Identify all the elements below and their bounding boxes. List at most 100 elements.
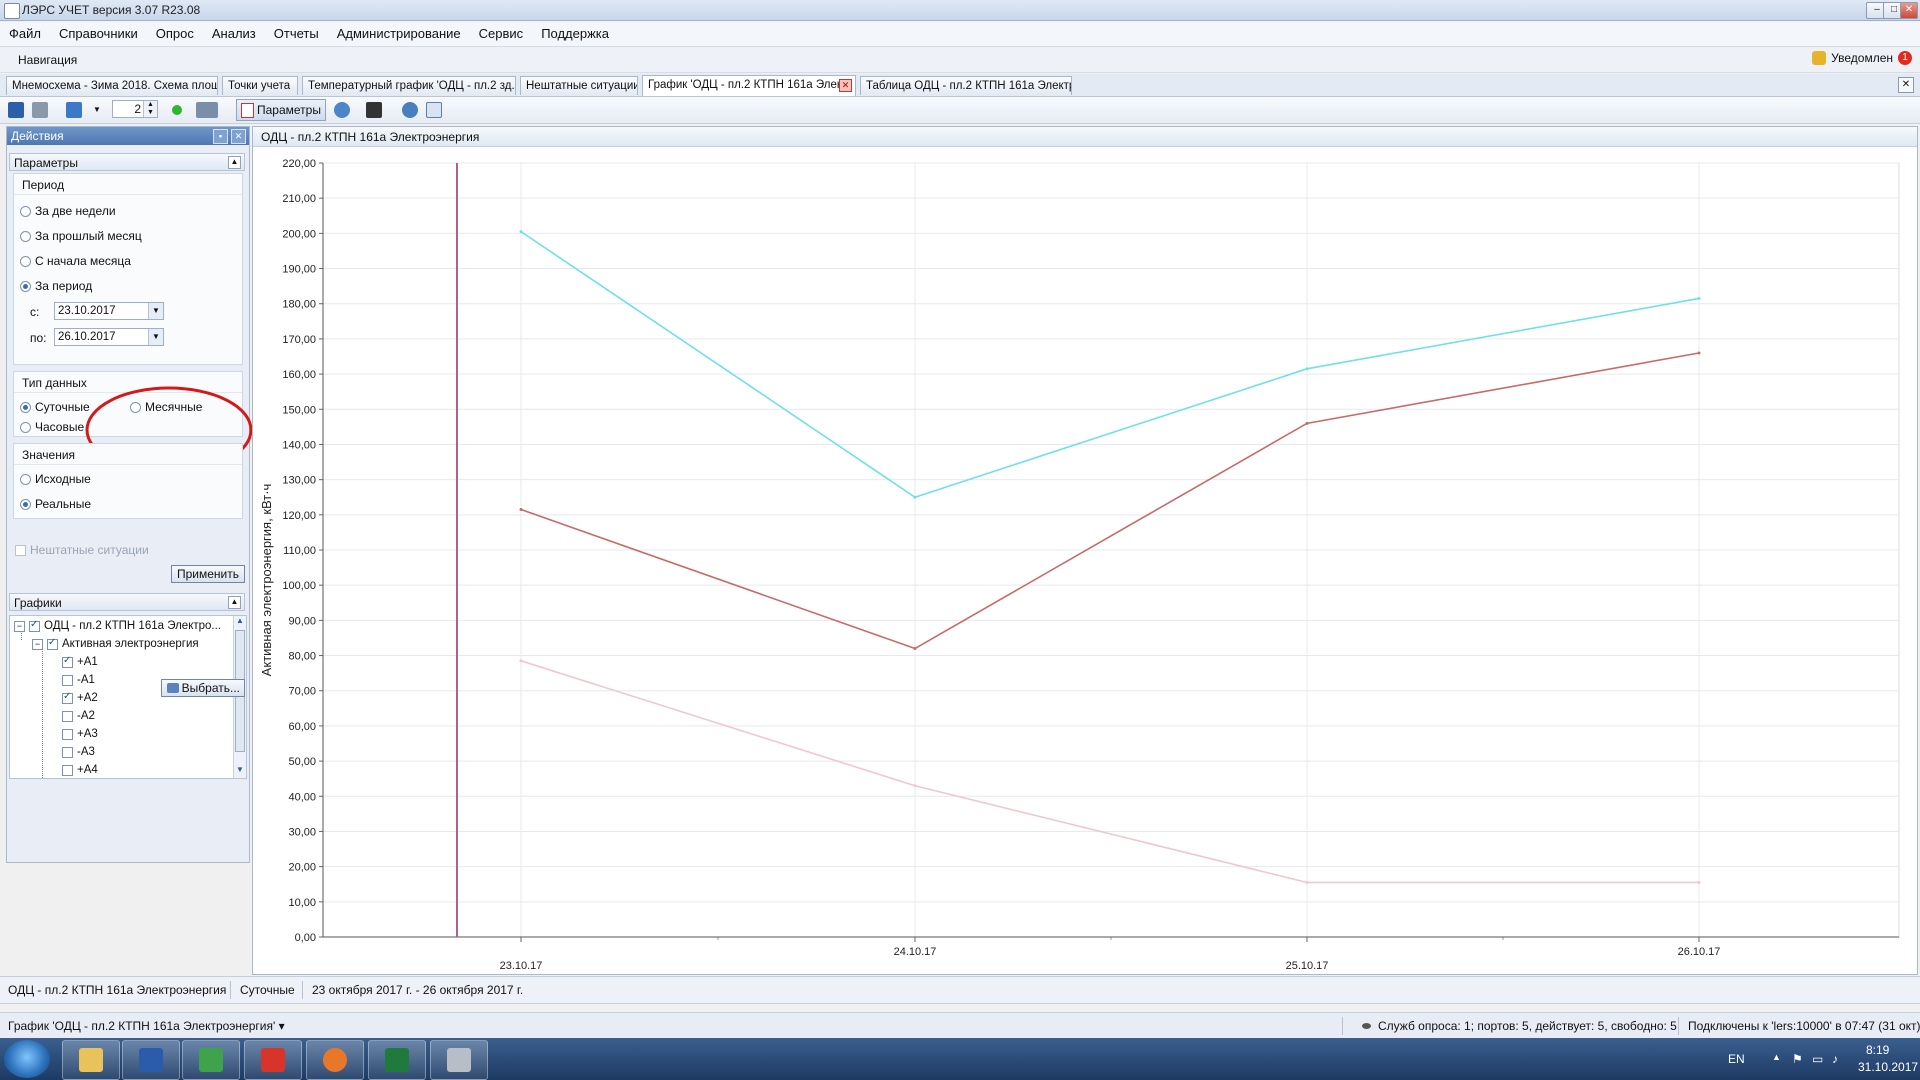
apply-button[interactable]: Применить <box>171 565 245 583</box>
notifications-button[interactable]: Уведомлен 1 <box>1812 51 1912 65</box>
close-tab-icon[interactable]: ✕ <box>1898 77 1914 93</box>
tree-item[interactable]: +A4 <box>62 764 98 776</box>
datatype-daily[interactable]: Суточные <box>20 400 90 414</box>
save-icon[interactable] <box>8 102 24 118</box>
calendar-dropdown-icon[interactable]: ▼ <box>148 329 163 345</box>
status-active-document[interactable]: График 'ОДЦ - пл.2 КТПН 161а Электроэнер… <box>8 1019 285 1033</box>
parameters-section-header[interactable]: Параметры ▲ <box>9 153 245 171</box>
values-real[interactable]: Реальные <box>20 497 91 511</box>
language-indicator[interactable]: EN <box>1728 1052 1745 1066</box>
tree-item[interactable]: +A3 <box>62 728 98 740</box>
line-width-stepper[interactable]: 2 ▲ ▼ <box>112 100 158 118</box>
checkbox-checked-icon[interactable] <box>62 655 73 668</box>
period-month-start[interactable]: С начала месяца <box>20 254 131 268</box>
taskbar-spreadsheet[interactable] <box>182 1040 240 1080</box>
chevron-down-icon[interactable]: ▼ <box>92 102 102 118</box>
taskbar-printer[interactable] <box>430 1040 488 1080</box>
radio-selected-icon <box>20 401 31 413</box>
menu-analysis[interactable]: Анализ <box>203 22 265 46</box>
tree-group-node[interactable]: − Активная электроэнергия <box>32 637 199 650</box>
checkbox-icon[interactable] <box>62 728 73 740</box>
menu-directories[interactable]: Справочники <box>50 22 147 46</box>
info-datatype: Суточные <box>240 983 295 997</box>
taskbar-explorer[interactable] <box>62 1040 120 1080</box>
export-icon[interactable] <box>366 102 382 118</box>
tree-root-node[interactable]: − ОДЦ - пл.2 КТПН 161а Электро... <box>14 619 221 632</box>
checkbox-checked-icon[interactable] <box>29 619 40 632</box>
checkbox-icon[interactable] <box>62 746 73 758</box>
datatype-hourly[interactable]: Часовые <box>20 420 84 434</box>
close-button[interactable]: ✕ <box>1900 2 1918 19</box>
tab-temperature-graph[interactable]: Температурный график 'ОДЦ - пл.2 зд. <box>302 76 516 95</box>
status-dot-icon[interactable] <box>172 105 182 115</box>
tray-chevron-icon[interactable]: ▲ <box>1772 1052 1781 1062</box>
expand-minus-icon[interactable]: − <box>32 638 43 650</box>
panel-close-icon[interactable]: ✕ <box>231 129 246 144</box>
data-point <box>913 784 917 788</box>
taskbar-word[interactable] <box>122 1040 180 1080</box>
table-icon[interactable] <box>426 102 442 118</box>
checkbox-checked-icon[interactable] <box>62 691 73 704</box>
tree-item[interactable]: +A2 <box>62 691 98 704</box>
clock-time[interactable]: 8:19 <box>1866 1043 1889 1057</box>
collapse-icon[interactable]: ▲ <box>228 156 241 169</box>
menu-reports[interactable]: Отчеты <box>265 22 328 46</box>
checkbox-icon[interactable] <box>62 710 73 722</box>
graphs-section-header[interactable]: Графики ▲ <box>9 593 245 611</box>
network-icon[interactable]: ▭ <box>1812 1052 1823 1066</box>
actions-title: Действия <box>11 129 64 143</box>
sync-icon[interactable] <box>402 102 418 118</box>
tree-item[interactable]: -A1 <box>62 674 95 686</box>
flag-tray-icon[interactable]: ⚑ <box>1792 1052 1803 1066</box>
menu-administration[interactable]: Администрирование <box>328 22 470 46</box>
period-last-month[interactable]: За прошлый месяц <box>20 229 142 243</box>
clock-date[interactable]: 31.10.2017 <box>1858 1060 1918 1074</box>
choose-button[interactable]: Выбрать... <box>161 679 245 697</box>
tree-item[interactable]: -A3 <box>62 746 95 758</box>
incidents-checkbox[interactable]: Нештатные ситуации <box>15 543 149 557</box>
flag-icon[interactable] <box>66 102 82 118</box>
values-original[interactable]: Исходные <box>20 472 91 486</box>
pin-icon[interactable]: ▪ <box>213 129 228 144</box>
tree-item[interactable]: -A2 <box>62 710 95 722</box>
menu-poll[interactable]: Опрос <box>147 22 203 46</box>
tab-close-icon[interactable]: ✕ <box>839 79 852 92</box>
checkbox-icon[interactable] <box>62 764 73 776</box>
tree-item[interactable]: +A1 <box>62 655 98 668</box>
period-group: Период За две недели За прошлый месяц С … <box>13 173 243 365</box>
taskbar-excel[interactable] <box>368 1040 426 1080</box>
tab-metering-points[interactable]: Точки учета <box>222 76 298 95</box>
refresh-icon[interactable] <box>334 102 350 118</box>
navigation-link[interactable]: Навигация <box>18 53 77 67</box>
start-button[interactable] <box>4 1040 50 1078</box>
checkbox-icon[interactable] <box>62 674 73 686</box>
period-two-weeks[interactable]: За две недели <box>20 204 116 218</box>
taskbar-firefox[interactable] <box>306 1040 364 1080</box>
period-title: Период <box>22 178 65 192</box>
x-tick-label: 23.10.17 <box>500 960 543 971</box>
chart-type-icon[interactable] <box>196 102 218 118</box>
taskbar-lers-app[interactable] <box>244 1040 302 1080</box>
date-from-field[interactable]: 23.10.2017 ▼ <box>54 302 164 320</box>
parameters-button[interactable]: Параметры <box>236 99 326 121</box>
services-icon <box>1362 1023 1371 1029</box>
period-custom[interactable]: За период <box>20 279 92 293</box>
line-chart[interactable]: 0,00 10,00 20,00 30,00 40,00 50,00 60,00 70,00 8… <box>253 149 1915 971</box>
collapse-icon[interactable]: ▲ <box>228 596 241 609</box>
print-icon[interactable] <box>32 102 48 118</box>
tab-incidents[interactable]: Нештатные ситуации <box>520 76 638 95</box>
tab-table[interactable]: Таблица ОДЦ - пл.2 КТПН 161а Электр <box>860 76 1072 95</box>
date-to-field[interactable]: 26.10.2017 ▼ <box>54 328 164 346</box>
tab-mnemonic-scheme[interactable]: Мнемосхема - Зима 2018. Схема площад <box>6 76 218 95</box>
tab-graph-active[interactable]: График 'ОДЦ - пл.2 КТПН 161а Элек ✕ <box>642 75 856 96</box>
checkbox-checked-icon[interactable] <box>47 637 58 650</box>
volume-icon[interactable]: ♪ <box>1832 1052 1838 1066</box>
calendar-dropdown-icon[interactable]: ▼ <box>148 303 163 319</box>
menu-support[interactable]: Поддержка <box>532 22 618 46</box>
tree-scrollbar[interactable]: ▲ ▼ <box>233 616 246 778</box>
menu-file[interactable]: Файл <box>0 22 50 46</box>
stepper-arrows-icon[interactable]: ▲ ▼ <box>143 101 157 117</box>
notification-count-badge: 1 <box>1898 51 1912 65</box>
expand-minus-icon[interactable]: − <box>14 620 25 632</box>
menu-service[interactable]: Сервис <box>470 22 533 46</box>
